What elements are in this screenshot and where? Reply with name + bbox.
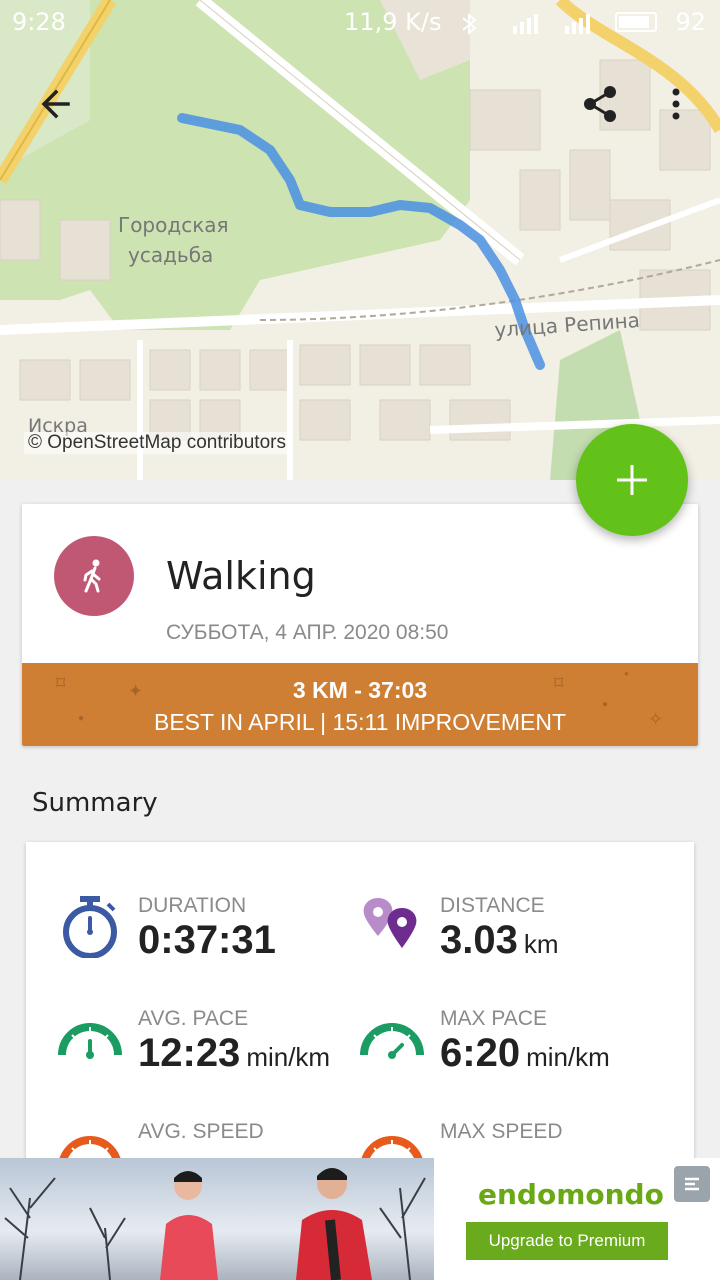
sport-avatar [54, 536, 134, 616]
route-map[interactable]: Городская усадьба улица Репина Искра 9:2… [0, 0, 720, 480]
map-tiles: Городская усадьба улица Репина Искра [0, 0, 720, 480]
record-subtitle: BEST IN APRIL | 15:11 IMPROVEMENT [153, 709, 566, 735]
stopwatch-icon [63, 896, 117, 958]
share-button[interactable] [572, 76, 628, 132]
map-label-district-line2: усадьба [128, 243, 213, 267]
stat-value: 0:37:31 [138, 918, 276, 962]
signal-icon [511, 12, 545, 34]
record-title: 3 KM - 37:03 [292, 677, 428, 703]
map-label-district: Городская [118, 213, 229, 237]
plus-icon [617, 465, 647, 495]
workout-card: Walking СУББОТА, 4 АПР. 2020 08:50 ⌑ ✦ ●… [22, 504, 698, 746]
stat-label: MAX SPEED [440, 1120, 563, 1143]
share-icon [584, 86, 616, 122]
status-time: 9:28 [12, 8, 66, 36]
personal-record-banner[interactable]: ⌑ ✦ ● ⌑ ● ● ✧ 3 KM - 37:03 BEST IN APRIL… [22, 663, 698, 746]
workout-date: СУББОТА, 4 АПР. 2020 08:50 [166, 621, 449, 644]
ad-choices-icon[interactable] [674, 1166, 710, 1202]
map-pins-icon [363, 898, 417, 948]
stat-avg-pace: AVG. PACE 12:23 min/km [58, 1007, 358, 1087]
stat-value: 3.03 km [440, 918, 559, 962]
stat-label: AVG. PACE [138, 1007, 249, 1030]
stat-label: AVG. SPEED [138, 1120, 264, 1143]
sport-name: Walking [166, 554, 316, 598]
ad-image [0, 1158, 434, 1280]
stat-label: MAX PACE [440, 1007, 547, 1030]
speedometer-icon [360, 1136, 424, 1162]
stat-max-speed: MAX SPEED [360, 1120, 680, 1162]
speedometer-icon [58, 1136, 122, 1162]
ad-brand-logo: endomondo [478, 1178, 664, 1211]
battery-icon [615, 12, 658, 32]
stat-value: 12:23 min/km [138, 1031, 331, 1075]
signal-icon-2 [563, 12, 597, 34]
stat-distance: DISTANCE 3.03 km [360, 894, 680, 974]
net-speed: 11,9 K/s [344, 8, 442, 36]
status-bar: 9:28 11,9 K/s 92 [0, 0, 720, 44]
upgrade-premium-button[interactable]: Upgrade to Premium [466, 1222, 668, 1260]
summary-card: DURATION 0:37:31 DISTANCE 3.03 km AVG. PA… [26, 842, 694, 1162]
add-button[interactable] [576, 424, 688, 536]
summary-title: Summary [32, 788, 158, 818]
stat-duration: DURATION 0:37:31 [58, 894, 358, 974]
map-attribution[interactable]: © OpenStreetMap contributors [24, 432, 290, 454]
ad-banner[interactable] [0, 1158, 720, 1280]
arrow-back-icon [41, 89, 70, 119]
more-vertical-icon [672, 88, 680, 120]
gauge-icon [58, 1023, 122, 1059]
stat-label: DURATION [138, 894, 247, 917]
stat-avg-speed: AVG. SPEED [58, 1120, 358, 1162]
more-options-button[interactable] [648, 76, 704, 132]
stat-label: DISTANCE [440, 894, 545, 917]
stat-max-pace: MAX PACE 6:20 min/km [360, 1007, 680, 1087]
walking-icon [83, 559, 101, 593]
stat-value: 6:20 min/km [440, 1031, 610, 1075]
gauge-icon [360, 1023, 424, 1059]
battery-level: 92 [675, 8, 706, 36]
bluetooth-icon [459, 12, 493, 36]
back-button[interactable] [28, 76, 84, 132]
